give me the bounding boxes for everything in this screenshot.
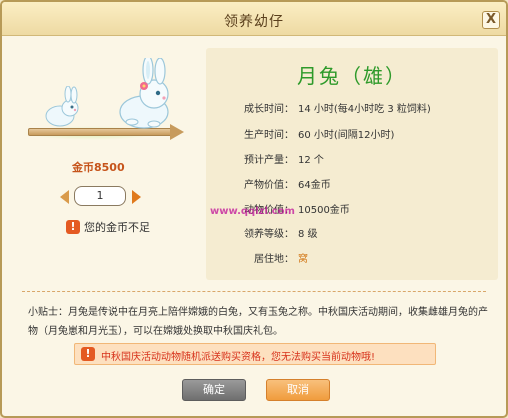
info-row-level: 领养等级： 8 级 xyxy=(206,225,498,241)
info-row-production: 生产时间： 60 小时(间隔12小时) xyxy=(206,126,498,142)
decrease-arrow-icon[interactable] xyxy=(60,190,69,204)
info-value: 14 小时(每4小时吃 3 粒饲料) xyxy=(298,104,431,115)
info-value: 60 小时(间隔12小时) xyxy=(298,130,395,141)
pet-name: 月兔（雄） xyxy=(297,64,407,88)
notice-text: 中秋国庆活动动物随机派送购买资格，您无法购买当前动物哦! xyxy=(101,352,376,363)
info-row-product-value: 产物价值： 64金币 xyxy=(206,176,498,192)
info-row-habitat: 居住地： 窝 xyxy=(206,250,498,266)
info-value: 64金币 xyxy=(298,180,331,191)
exclamation-icon: ! xyxy=(81,347,95,361)
info-value: 8 级 xyxy=(298,229,318,240)
adult-rabbit-image xyxy=(119,58,169,129)
info-value: 10500金币 xyxy=(298,205,350,216)
info-value: 窝 xyxy=(298,254,308,265)
exclamation-icon: ! xyxy=(66,220,80,234)
info-label: 居住地： xyxy=(254,254,294,265)
info-row-yield: 预计产量： 12 个 xyxy=(206,151,498,167)
info-label: 产物价值： xyxy=(244,180,294,191)
increase-arrow-icon[interactable] xyxy=(132,190,141,204)
purchase-notice: ! 中秋国庆活动动物随机派送购买资格，您无法购买当前动物哦! xyxy=(74,343,436,365)
info-value: 12 个 xyxy=(298,155,324,166)
info-label: 生产时间： xyxy=(244,130,294,141)
adopt-dialog: 领养幼仔 X 金币8500 1 ! 您的金币不足 月兔（雄） 成长时间： 14 … xyxy=(0,0,508,418)
title-bar: 领养幼仔 X xyxy=(2,2,506,36)
confirm-button[interactable]: 确定 xyxy=(182,379,246,401)
cancel-button[interactable]: 取消 xyxy=(266,379,330,401)
baby-rabbit-image xyxy=(45,86,79,127)
info-label: 领养等级： xyxy=(244,229,294,240)
tip-text: 小贴士：月兔是传说中在月亮上陪伴嫦娥的白兔，又有玉兔之称。中秋国庆活动期间，收集… xyxy=(28,307,488,337)
info-label: 预计产量： xyxy=(244,155,294,166)
pet-image-area xyxy=(16,48,196,148)
quantity-stepper: 1 xyxy=(60,186,150,208)
warning-text: 您的金币不足 xyxy=(84,221,150,234)
price-label: 金币8500 xyxy=(72,161,125,174)
dialog-title: 领养幼仔 xyxy=(224,14,284,30)
pet-info-panel: 月兔（雄） 成长时间： 14 小时(每4小时吃 3 粒饲料) 生产时间： 60 … xyxy=(206,48,498,280)
info-label: 成长时间： xyxy=(244,104,294,115)
insufficient-gold-warning: ! 您的金币不足 xyxy=(66,219,150,235)
watermark-text: www.qqlzl.com xyxy=(210,206,295,217)
quantity-input[interactable]: 1 xyxy=(74,186,126,206)
info-row-growth: 成长时间： 14 小时(每4小时吃 3 粒饲料) xyxy=(206,100,498,116)
divider xyxy=(22,291,486,292)
close-button[interactable]: X xyxy=(482,11,500,29)
